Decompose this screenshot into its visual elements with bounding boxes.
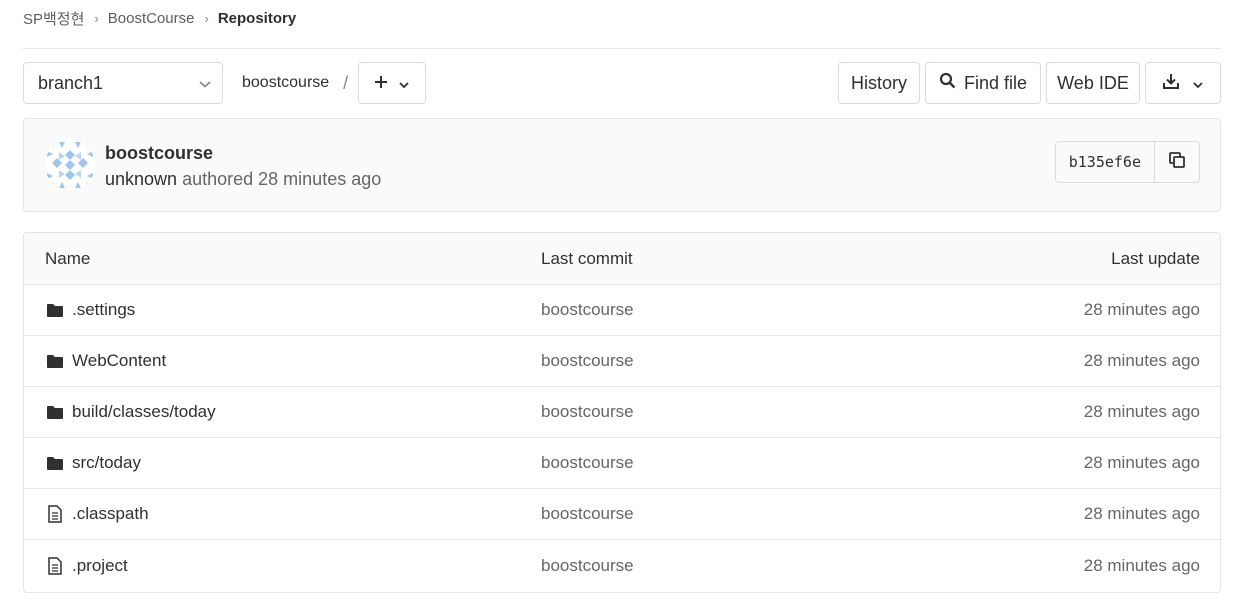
commit-meta: unknown authored 28 minutes ago [105, 169, 381, 190]
last-commit-link[interactable]: boostcourse [541, 504, 634, 524]
column-header-name: Name [45, 248, 91, 268]
file-icon [45, 556, 65, 575]
column-header-last-commit: Last commit [541, 248, 633, 268]
file-name-link[interactable]: build/classes/today [72, 402, 216, 422]
commit-author[interactable]: unknown [105, 169, 177, 189]
last-commit-link[interactable]: boostcourse [541, 453, 634, 473]
folder-icon [45, 352, 65, 370]
file-name-link[interactable]: WebContent [72, 351, 166, 371]
chevron-down-icon [398, 73, 410, 94]
last-update-time: 28 minutes ago [1083, 504, 1200, 523]
commit-title[interactable]: boostcourse [105, 143, 213, 164]
folder-icon [45, 454, 65, 472]
branch-name: branch1 [38, 72, 104, 93]
last-commit-link[interactable]: boostcourse [541, 556, 634, 576]
folder-icon [45, 301, 65, 319]
last-update-time: 28 minutes ago [1083, 300, 1200, 319]
chevron-right-icon: › [94, 10, 99, 26]
copy-sha-button[interactable] [1155, 142, 1199, 182]
folder-icon [45, 403, 65, 421]
breadcrumb-current[interactable]: Repository [218, 10, 296, 27]
breadcrumb: SP백정현 › BoostCourse › Repository [23, 0, 1221, 49]
last-update-time: 28 minutes ago [1083, 453, 1200, 472]
download-dropdown-button[interactable] [1145, 62, 1221, 104]
column-header-last-update: Last update [1111, 248, 1200, 268]
file-name-link[interactable]: .classpath [72, 504, 149, 524]
add-dropdown-button[interactable] [358, 62, 427, 104]
copy-icon [1168, 151, 1186, 174]
commit-sha[interactable]: b135ef6e [1056, 142, 1155, 182]
file-name-link[interactable]: .settings [72, 300, 135, 320]
repo-path-link[interactable]: boostcourse [242, 74, 329, 92]
download-icon [1162, 72, 1180, 95]
plus-icon [374, 73, 388, 94]
path-separator: / [343, 72, 349, 93]
last-commit-link[interactable]: boostcourse [541, 402, 634, 422]
table-header: Name Last commit Last update [24, 233, 1220, 285]
find-file-button[interactable]: Find file [925, 62, 1041, 104]
search-icon [939, 72, 956, 94]
avatar[interactable] [45, 140, 95, 190]
web-ide-button[interactable]: Web IDE [1046, 62, 1140, 104]
table-row[interactable]: .settings boostcourse 28 minutes ago [24, 285, 1220, 336]
last-update-time: 28 minutes ago [1083, 555, 1200, 575]
commit-action: authored [182, 169, 254, 189]
table-row[interactable]: src/today boostcourse 28 minutes ago [24, 438, 1220, 489]
table-row[interactable]: WebContent boostcourse 28 minutes ago [24, 336, 1220, 387]
find-file-label: Find file [963, 72, 1028, 93]
chevron-right-icon: › [204, 10, 209, 26]
branch-dropdown[interactable]: branch1 [23, 62, 223, 104]
file-name-link[interactable]: src/today [72, 453, 141, 473]
table-row[interactable]: .classpath boostcourse 28 minutes ago [24, 489, 1220, 540]
breadcrumb-project[interactable]: BoostCourse [108, 10, 195, 27]
last-update-time: 28 minutes ago [1083, 402, 1200, 421]
last-update-time: 28 minutes ago [1083, 351, 1200, 370]
file-name-link[interactable]: .project [72, 556, 128, 576]
last-commit-panel: boostcourse unknown authored 28 minutes … [23, 118, 1221, 212]
breadcrumb-group[interactable]: SP백정현 [23, 8, 84, 29]
chevron-down-icon [198, 73, 212, 94]
commit-sha-group: b135ef6e [1054, 141, 1200, 183]
last-commit-link[interactable]: boostcourse [541, 300, 634, 320]
file-icon [45, 505, 65, 523]
file-table: Name Last commit Last update .settings b… [23, 232, 1221, 593]
chevron-down-icon [1192, 73, 1204, 94]
commit-time: 28 minutes ago [258, 169, 382, 189]
table-row[interactable]: build/classes/today boostcourse 28 minut… [24, 387, 1220, 438]
last-commit-link[interactable]: boostcourse [541, 351, 634, 371]
repository-toolbar: branch1 boostcourse / History Find file … [23, 62, 1221, 104]
history-button[interactable]: History [838, 62, 920, 104]
table-row[interactable]: .project boostcourse 28 minutes ago [24, 540, 1220, 591]
